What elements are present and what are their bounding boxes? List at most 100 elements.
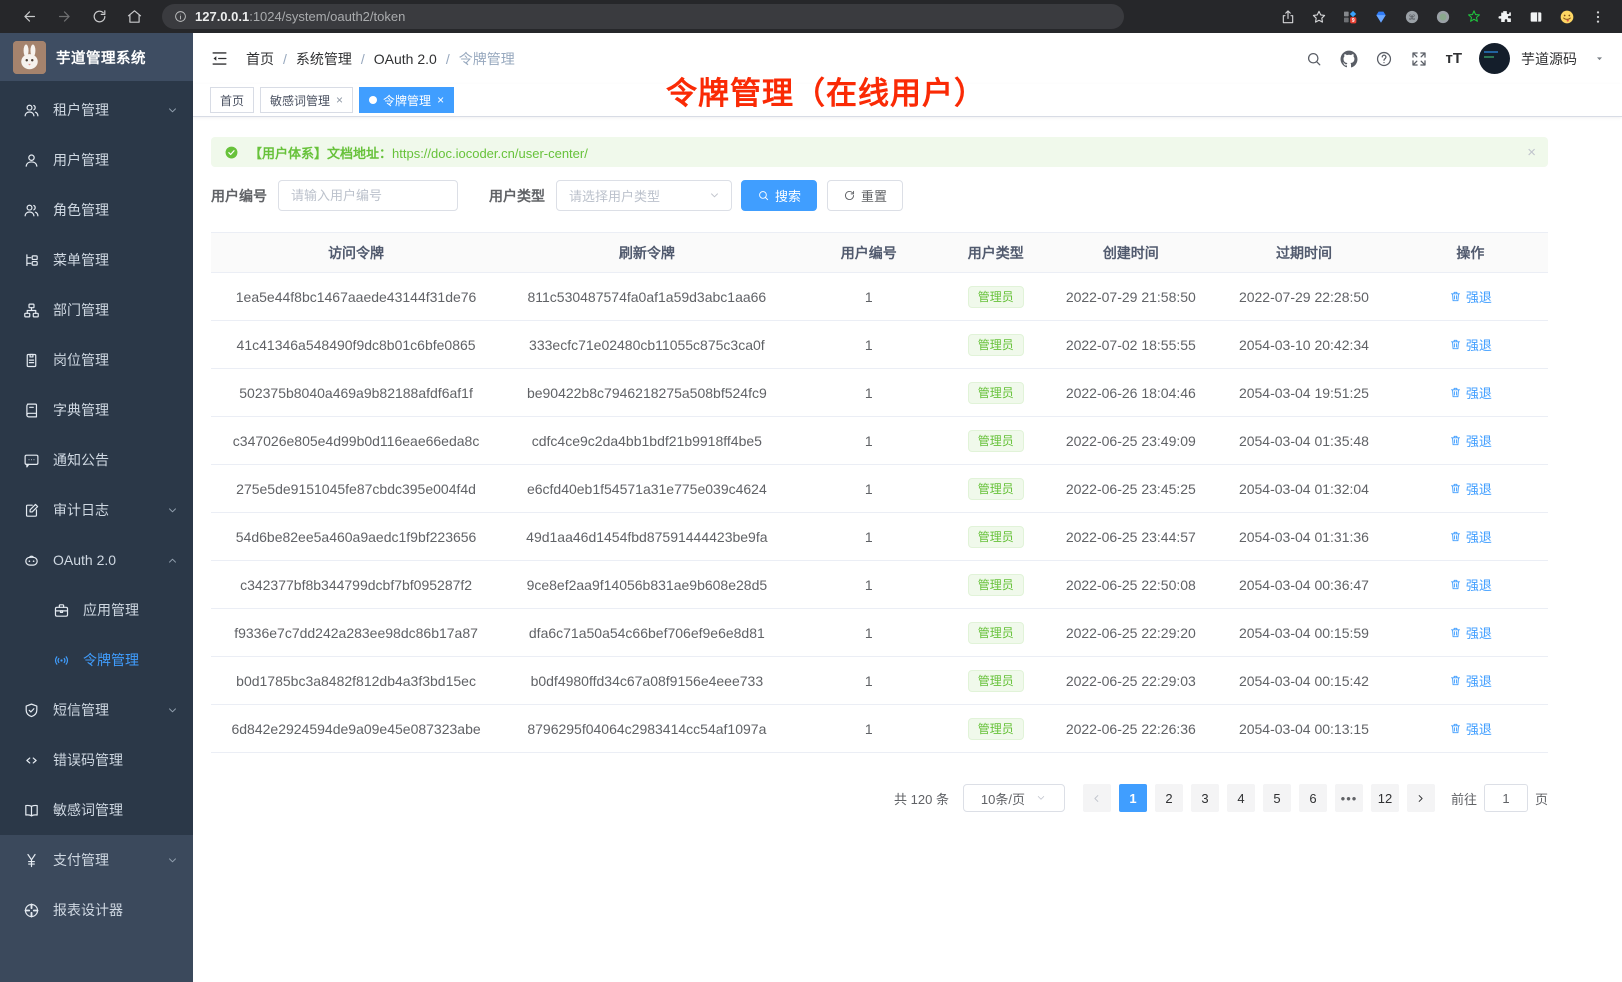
user-id-cell: 1 xyxy=(793,609,945,657)
force-logout-button[interactable]: 强退 xyxy=(1449,431,1492,450)
github-icon[interactable] xyxy=(1340,50,1358,68)
sidebar-item-oauth2-app[interactable]: 应用管理 xyxy=(0,585,193,635)
sidebar-item-oauth2[interactable]: OAuth 2.0 xyxy=(0,535,193,585)
username[interactable]: 芋道源码 xyxy=(1521,49,1577,69)
search-button[interactable]: 搜索 xyxy=(741,180,817,211)
split-view-icon[interactable] xyxy=(1524,6,1548,28)
page-button-3[interactable]: 3 xyxy=(1191,784,1219,812)
yen-icon xyxy=(23,852,40,869)
caret-down-icon[interactable] xyxy=(1594,53,1605,64)
star-icon[interactable] xyxy=(1307,6,1331,28)
page-button-12[interactable]: 12 xyxy=(1371,784,1399,812)
tab-首页[interactable]: 首页 xyxy=(210,87,254,113)
created-at-cell: 2022-06-25 23:45:25 xyxy=(1047,465,1215,513)
chevron-down-icon xyxy=(708,189,721,202)
page-button-5[interactable]: 5 xyxy=(1263,784,1291,812)
user-type-select[interactable]: 请选择用户类型 xyxy=(556,180,732,211)
sidebar-item-tenant[interactable]: 租户管理 xyxy=(0,85,193,135)
force-logout-button[interactable]: 强退 xyxy=(1449,335,1492,354)
user-id-input[interactable] xyxy=(278,180,458,211)
tab-令牌管理[interactable]: 令牌管理× xyxy=(359,87,454,113)
back-icon[interactable] xyxy=(21,8,38,25)
alert-close-icon[interactable]: × xyxy=(1527,144,1536,161)
extensions-grid-icon[interactable]: 9 xyxy=(1338,6,1362,28)
force-logout-button[interactable]: 强退 xyxy=(1449,479,1492,498)
fullscreen-icon[interactable] xyxy=(1410,50,1428,68)
page-button-2[interactable]: 2 xyxy=(1155,784,1183,812)
font-size-icon[interactable]: ᴛT xyxy=(1445,50,1462,67)
expires-at-cell: 2022-07-29 22:28:50 xyxy=(1215,273,1393,321)
prev-page-button[interactable] xyxy=(1083,784,1111,812)
page-button-4[interactable]: 4 xyxy=(1227,784,1255,812)
expires-at-cell: 2054-03-10 20:42:34 xyxy=(1215,321,1393,369)
page-button-6[interactable]: 6 xyxy=(1299,784,1327,812)
breadcrumb-item[interactable]: 首页 xyxy=(246,49,274,69)
sidebar-item-department[interactable]: 部门管理 xyxy=(0,285,193,335)
chevron-down-icon xyxy=(166,504,179,517)
url-bar[interactable]: 127.0.0.1:1024/system/oauth2/token xyxy=(162,4,1124,29)
sidebar-item-oauth2-token[interactable]: 令牌管理 xyxy=(0,635,193,685)
reload-icon[interactable] xyxy=(91,8,108,25)
goto-page-input[interactable] xyxy=(1484,784,1528,812)
sidebar-item-notice[interactable]: 通知公告 xyxy=(0,435,193,485)
tab-close-icon[interactable]: × xyxy=(437,94,444,106)
page-ellipsis[interactable]: ••• xyxy=(1335,784,1363,812)
page-buttons: 123456•••12 xyxy=(1079,784,1439,812)
sidebar-item-role[interactable]: 角色管理 xyxy=(0,185,193,235)
force-logout-button[interactable]: 强退 xyxy=(1449,719,1492,738)
user-avatar[interactable] xyxy=(1479,43,1510,74)
user-type-cell: 管理员 xyxy=(945,465,1047,513)
overflow-menu-icon[interactable] xyxy=(1586,6,1610,28)
trash-icon xyxy=(1449,722,1462,735)
sidebar-item-sms[interactable]: 短信管理 xyxy=(0,685,193,735)
gem-icon[interactable] xyxy=(1369,6,1393,28)
sidebar-item-error-code[interactable]: 错误码管理 xyxy=(0,735,193,785)
info-icon[interactable] xyxy=(174,10,187,23)
forward-icon[interactable] xyxy=(56,8,73,25)
trash-icon xyxy=(1449,386,1462,399)
force-logout-button[interactable]: 强退 xyxy=(1449,383,1492,402)
tab-敏感词管理[interactable]: 敏感词管理× xyxy=(260,87,353,113)
force-logout-button[interactable]: 强退 xyxy=(1449,671,1492,690)
user-type-badge: 管理员 xyxy=(968,430,1024,452)
sidebar-item-user[interactable]: 用户管理 xyxy=(0,135,193,185)
trash-icon xyxy=(1449,530,1462,543)
expires-at-cell: 2054-03-04 00:15:59 xyxy=(1215,609,1393,657)
access-token-cell: f9336e7c7dd242a283ee98dc86b17a87 xyxy=(211,609,501,657)
broadcast-icon xyxy=(53,652,70,669)
breadcrumb-item[interactable]: 系统管理 xyxy=(296,49,352,69)
force-logout-button[interactable]: 强退 xyxy=(1449,575,1492,594)
sidebar-item-audit-log[interactable]: 审计日志 xyxy=(0,485,193,535)
home-icon[interactable] xyxy=(126,8,143,25)
next-page-button[interactable] xyxy=(1407,784,1435,812)
user-id-label: 用户编号 xyxy=(211,186,267,206)
help-icon[interactable] xyxy=(1375,50,1393,68)
sidebar-item-pay[interactable]: 支付管理 xyxy=(0,835,193,885)
search-icon[interactable] xyxy=(1305,50,1323,68)
green-star-icon[interactable] xyxy=(1462,6,1486,28)
record-circle-icon[interactable] xyxy=(1431,6,1455,28)
sidebar-item-dictionary[interactable]: 字典管理 xyxy=(0,385,193,435)
tab-close-icon[interactable]: × xyxy=(336,94,343,106)
breadcrumb-item[interactable]: OAuth 2.0 xyxy=(374,51,437,67)
page-button-1[interactable]: 1 xyxy=(1119,784,1147,812)
sidebar-item-post[interactable]: 岗位管理 xyxy=(0,335,193,385)
sidebar-item-sensitive-word[interactable]: 敏感词管理 xyxy=(0,785,193,835)
access-token-cell: 54d6be82ee5a460a9aedc1f9bf223656 xyxy=(211,513,501,561)
puzzle-icon[interactable] xyxy=(1493,6,1517,28)
emoji-face-icon[interactable] xyxy=(1555,6,1579,28)
page-size-select[interactable]: 10条/页 xyxy=(963,784,1065,812)
access-token-cell: 41c41346a548490f9dc8b01c6bfe0865 xyxy=(211,321,501,369)
command-circle-icon[interactable]: ⌘ xyxy=(1400,6,1424,28)
sidebar-fold-icon[interactable] xyxy=(210,49,229,68)
force-logout-button[interactable]: 强退 xyxy=(1449,287,1492,306)
force-logout-button[interactable]: 强退 xyxy=(1449,623,1492,642)
force-logout-button[interactable]: 强退 xyxy=(1449,527,1492,546)
reset-button[interactable]: 重置 xyxy=(827,180,903,211)
doc-link[interactable]: https://doc.iocoder.cn/user-center/ xyxy=(392,146,588,161)
sidebar-item-menu[interactable]: 菜单管理 xyxy=(0,235,193,285)
sidebar-item-report[interactable]: 报表设计器 xyxy=(0,885,193,935)
briefcase-icon xyxy=(53,602,70,619)
share-icon[interactable] xyxy=(1276,6,1300,28)
app-logo[interactable]: 芋道管理系统 xyxy=(0,33,193,81)
